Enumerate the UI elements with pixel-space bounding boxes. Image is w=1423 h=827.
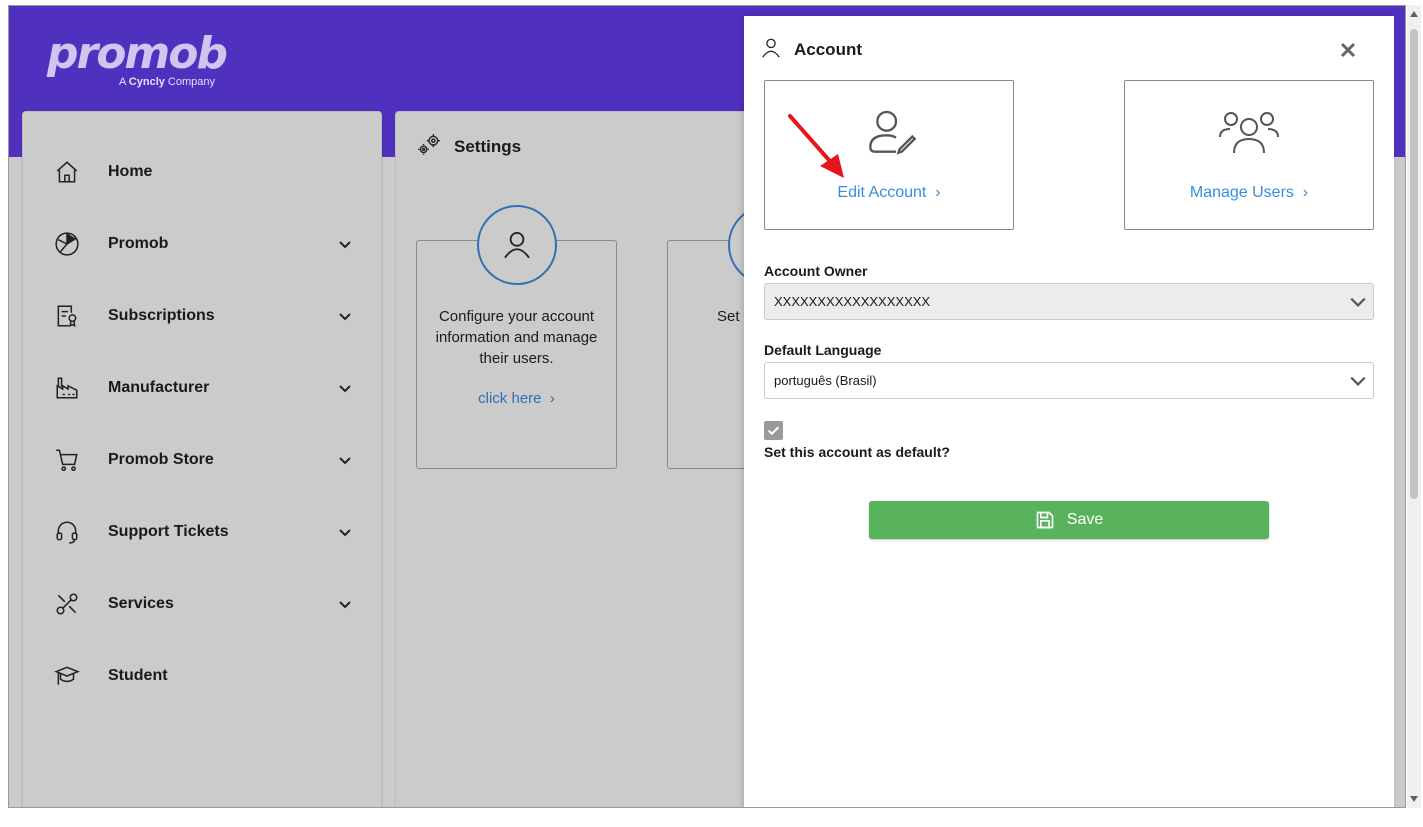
account-owner-select[interactable]: XXXXXXXXXXXXXXXXXX: [764, 283, 1374, 320]
sidebar-item-promob[interactable]: Promob: [23, 224, 381, 264]
chevron-right-icon: ›: [549, 390, 555, 407]
chevron-right-icon: ›: [1302, 184, 1309, 201]
account-card-avatar: [477, 205, 557, 285]
settings-title: Settings: [454, 137, 522, 156]
default-language-select[interactable]: português (Brasil): [764, 362, 1374, 399]
scroll-up-arrow-icon[interactable]: [1410, 11, 1418, 17]
account-owner-label: Account Owner: [764, 263, 868, 279]
page-scrollbar[interactable]: [1407, 5, 1421, 808]
chevron-down-icon[interactable]: [337, 596, 353, 612]
scroll-thumb[interactable]: [1410, 29, 1418, 499]
certificate-icon: [53, 302, 81, 330]
sidebar-item-support-tickets[interactable]: Support Tickets: [23, 512, 381, 552]
factory-icon: [53, 374, 81, 402]
account-owner-value: XXXXXXXXXXXXXXXXXX: [774, 294, 931, 309]
settings-panel: Settings Configure your account informat…: [395, 111, 868, 807]
click-here-link[interactable]: click here ›: [417, 390, 616, 407]
sidebar-item-subscriptions[interactable]: Subscriptions: [23, 296, 381, 336]
checkmark-icon: [767, 426, 780, 436]
chevron-down-icon: [1350, 376, 1366, 386]
sidebar-nav: Home Promob Subscriptions Manufacturer P…: [22, 111, 382, 807]
logo-tagline: A Cyncly Company: [119, 76, 216, 88]
chevron-right-icon: ›: [935, 184, 941, 201]
home-icon: [53, 158, 81, 186]
chevron-down-icon[interactable]: [337, 380, 353, 396]
chevron-down-icon[interactable]: [337, 308, 353, 324]
default-account-checkbox[interactable]: [764, 421, 783, 440]
drawer-title: Account: [794, 40, 862, 59]
sidebar-item-home[interactable]: Home: [23, 152, 381, 192]
tools-icon: [53, 590, 81, 618]
default-account-label: Set this account as default?: [764, 444, 950, 460]
headset-icon: [53, 518, 81, 546]
app-frame: promob A Cyncly Company Home Promob Subs…: [8, 5, 1406, 808]
sidebar-item-label: Home: [108, 163, 153, 180]
manage-users-tile[interactable]: Manage Users ›: [1124, 80, 1374, 230]
sidebar-item-label: Services: [108, 595, 174, 612]
default-language-label: Default Language: [764, 342, 882, 358]
user-icon: [760, 36, 782, 65]
sidebar-item-label: Support Tickets: [108, 523, 229, 540]
save-button[interactable]: Save: [869, 501, 1269, 539]
chevron-down-icon[interactable]: [337, 452, 353, 468]
users-icon: [1125, 105, 1373, 161]
annotation-arrow-icon: [788, 114, 844, 178]
sidebar-item-label: Subscriptions: [108, 307, 215, 324]
sidebar-item-label: Student: [108, 667, 168, 684]
chevron-down-icon[interactable]: [337, 236, 353, 252]
card-description: Configure your account information and m…: [435, 308, 598, 367]
graduation-cap-icon: [53, 662, 81, 690]
cart-icon: [53, 446, 81, 474]
sidebar-item-label: Promob: [108, 235, 169, 252]
chevron-down-icon: [1350, 297, 1366, 307]
edit-account-link[interactable]: Edit Account ›: [765, 184, 1013, 202]
sidebar-item-services[interactable]: Services: [23, 584, 381, 624]
sidebar-item-label: Promob Store: [108, 451, 214, 468]
sidebar-item-student[interactable]: Student: [23, 656, 381, 696]
logo-word: promob: [47, 28, 228, 79]
account-drawer: Account Edit Account › Manage Users › Ac…: [744, 16, 1394, 807]
floppy-disk-icon: [1036, 511, 1054, 529]
save-label: Save: [1066, 511, 1104, 528]
scroll-down-arrow-icon[interactable]: [1410, 796, 1418, 802]
sidebar-item-label: Manufacturer: [108, 379, 210, 396]
close-icon[interactable]: [1338, 40, 1358, 60]
account-settings-card[interactable]: Configure your account information and m…: [416, 205, 617, 469]
sidebar-item-manufacturer[interactable]: Manufacturer: [23, 368, 381, 408]
manage-users-link[interactable]: Manage Users ›: [1125, 184, 1373, 202]
chevron-down-icon[interactable]: [337, 524, 353, 540]
sidebar-item-promob-store[interactable]: Promob Store: [23, 440, 381, 480]
promob-icon: [53, 230, 81, 258]
gears-icon: [416, 132, 442, 163]
default-language-value: português (Brasil): [774, 373, 877, 388]
promob-logo[interactable]: promob A Cyncly Company: [47, 28, 228, 89]
